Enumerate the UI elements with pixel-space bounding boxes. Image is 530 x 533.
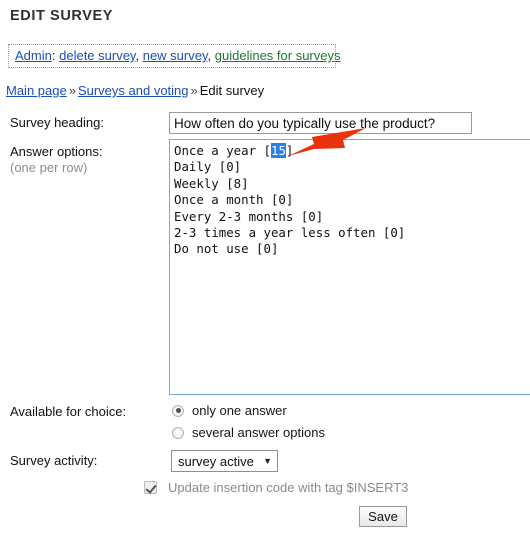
radio-option-only-one-answer[interactable]: only one answer — [172, 401, 325, 420]
available-for-choice-label: Available for choice: — [10, 404, 127, 419]
radio-option-several-answer-options[interactable]: several answer options — [172, 423, 325, 442]
survey-activity-selected-value: survey active — [178, 453, 254, 469]
admin-colon: : — [51, 48, 56, 63]
answer-options-sublabel: (one per row) — [10, 160, 88, 175]
page-title: EDIT SURVEY — [10, 8, 114, 24]
breadcrumb-separator-1: » — [68, 83, 76, 98]
survey-heading-label: Survey heading: — [10, 115, 104, 130]
answer-options-textarea[interactable]: Once a year [15] Daily [0] Weekly [8] On… — [169, 139, 530, 395]
answer-options-label: Answer options: — [10, 144, 103, 159]
radio-icon-unselected[interactable] — [172, 426, 184, 439]
breadcrumb: Main page» Surveys and voting» Edit survey — [6, 83, 264, 98]
guidelines-for-surveys-link[interactable]: guidelines for surveys — [215, 48, 341, 63]
breadcrumb-item-edit-survey: Edit survey — [199, 83, 265, 98]
survey-activity-select[interactable]: survey active ▼ — [171, 450, 278, 472]
admin-link[interactable]: Admin — [15, 48, 52, 63]
survey-heading-input[interactable] — [169, 112, 472, 134]
radio-icon-selected[interactable] — [172, 404, 184, 417]
update-insertion-code-label: Update insertion code with tag $INSERT3 — [168, 480, 409, 495]
available-for-choice-radio-group: only one answer several answer options — [172, 401, 325, 445]
chevron-down-icon: ▼ — [263, 455, 272, 466]
new-survey-link[interactable]: new survey — [143, 48, 208, 63]
admin-separator-1: , — [135, 48, 140, 63]
radio-label-only-one-answer: only one answer — [192, 403, 287, 418]
update-insertion-code-row: Update insertion code with tag $INSERT3 — [144, 480, 408, 495]
save-button[interactable]: Save — [359, 506, 407, 527]
survey-activity-label: Survey activity: — [10, 453, 98, 468]
selected-text: 15 — [270, 143, 286, 158]
admin-separator-2: , — [207, 48, 212, 63]
breadcrumb-separator-2: » — [190, 83, 198, 98]
radio-label-several-answer-options: several answer options — [192, 425, 325, 440]
breadcrumb-item-surveys-and-voting[interactable]: Surveys and voting — [78, 83, 189, 98]
breadcrumb-item-main-page[interactable]: Main page — [6, 83, 67, 98]
admin-toolbar: Admin: delete survey, new survey, guidel… — [8, 44, 341, 68]
checkbox-icon-checked-disabled — [144, 481, 157, 494]
delete-survey-link[interactable]: delete survey — [59, 48, 135, 63]
answer-options-text: Once a year [15] Daily [0] Weekly [8] On… — [174, 143, 406, 257]
